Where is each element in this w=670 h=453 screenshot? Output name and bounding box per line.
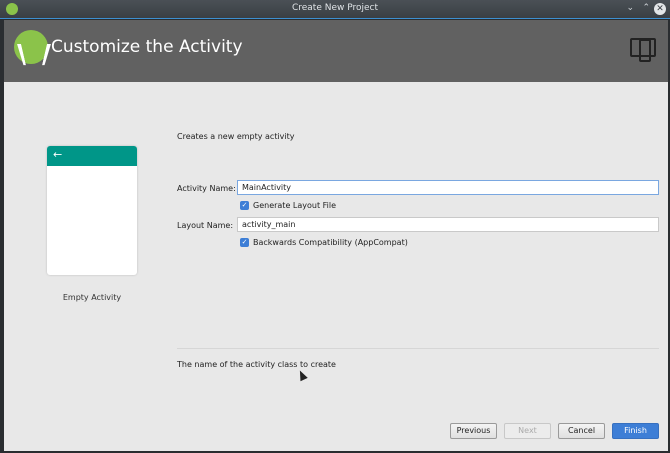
hint-text: The name of the activity class to create	[177, 360, 336, 369]
backwards-compat-label: Backwards Compatibility (AppCompat)	[253, 238, 408, 247]
layout-name-input[interactable]: activity_main	[237, 217, 659, 232]
back-arrow-icon: ←	[47, 146, 137, 166]
device-icon	[630, 38, 656, 62]
window-title: Create New Project	[291, 3, 379, 13]
generate-layout-checkbox[interactable]: ✓ Generate Layout File	[240, 201, 336, 210]
template-name: Empty Activity	[62, 293, 122, 302]
android-studio-logo-icon	[14, 30, 48, 64]
page-title: Customize the Activity	[51, 37, 243, 57]
backwards-compat-checkbox[interactable]: ✓ Backwards Compatibility (AppCompat)	[240, 238, 408, 247]
header: Customize the Activity	[4, 20, 668, 82]
previous-button[interactable]: Previous	[450, 423, 497, 439]
checkbox-checked-icon: ✓	[240, 201, 249, 210]
template-preview: ←	[47, 146, 137, 275]
next-button[interactable]: Next	[504, 423, 551, 439]
minimize-button[interactable]: ⌄	[626, 3, 634, 13]
activity-name-input[interactable]: MainActivity	[237, 180, 659, 195]
mouse-cursor-icon	[296, 368, 308, 382]
maximize-button[interactable]: ⌃	[642, 3, 650, 13]
activity-name-label: Activity Name:	[177, 184, 236, 193]
description: Creates a new empty activity	[177, 132, 295, 141]
cancel-button[interactable]: Cancel	[558, 423, 605, 439]
window-titlebar[interactable]: Create New Project ⌄ ⌃ ✕	[0, 0, 670, 19]
finish-button[interactable]: Finish	[612, 423, 659, 439]
close-button[interactable]: ✕	[654, 3, 666, 15]
dialog: Customize the Activity ← Empty Activity …	[4, 20, 668, 451]
checkbox-checked-icon: ✓	[240, 238, 249, 247]
divider	[177, 348, 659, 349]
layout-name-label: Layout Name:	[177, 221, 234, 230]
generate-layout-label: Generate Layout File	[253, 201, 337, 210]
